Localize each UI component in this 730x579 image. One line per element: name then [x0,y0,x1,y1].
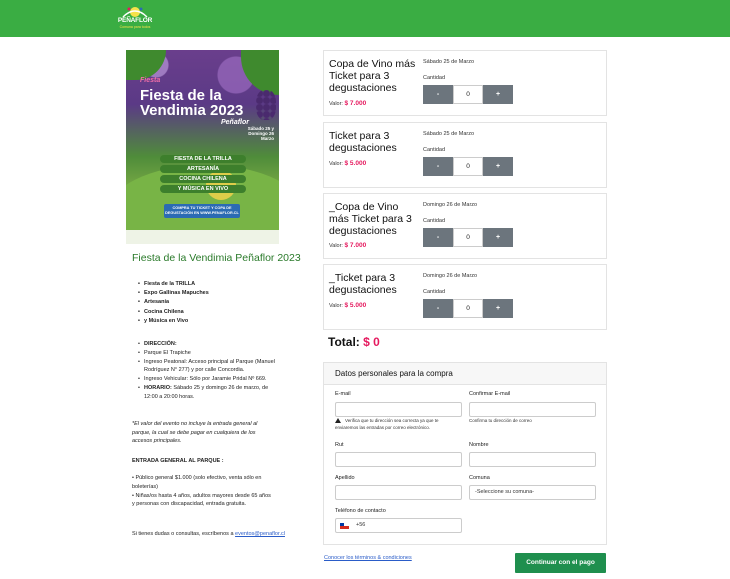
ticket-name: Copa de Vino más Ticket para 3 degustaci… [329,58,416,94]
list-item: Ingreso Vehicular: Sólo por Jaramie Prid… [138,375,279,384]
chile-flag-icon [340,523,349,529]
form-heading: Datos personales para la compra [324,363,606,385]
rut-label: Rut [335,442,344,448]
event-highlights: Fiesta de la TRILLA Expo Gallinas Mapuch… [138,280,209,326]
phone-label: Teléfono de contacto [335,508,386,514]
quantity-stepper: - 0 + [423,299,513,318]
order-total: Total: $ 0 [328,335,380,349]
quantity-stepper: - 0 + [423,157,513,176]
email-field[interactable] [335,402,462,417]
warning-icon [335,418,341,423]
quantity-input[interactable]: 0 [453,85,483,104]
poster-bar: Y MÚSICA EN VIVO [160,185,246,193]
list-item: • Niñas/os hasta 4 años, adultos mayores… [132,492,271,508]
increment-button[interactable]: + [483,299,513,318]
quantity-input[interactable]: 0 [453,299,483,318]
poster-bar: FIESTA DE LA TRILLA [160,155,246,163]
quantity-label: Cantidad [423,147,446,153]
confirm-email-label: Confirmar E-mail [469,391,511,397]
quantity-label: Cantidad [423,218,446,224]
list-item: Ingreso Peatonal: Acceso principal al Pa… [138,358,279,376]
quantity-input[interactable]: 0 [453,228,483,247]
decrement-button[interactable]: - [423,228,453,247]
list-item: Artesanía [138,298,209,307]
email-label: E-mail [335,391,351,397]
ticket-card: _Copa de Vino más Ticket para 3 degustac… [323,193,607,259]
decrement-button[interactable]: - [423,299,453,318]
penaflor-logo[interactable]: PEÑAFLOR Comuna para todos [115,3,155,34]
list-item: DIRECCIÓN: [138,340,279,349]
poster-banner: COMPRA TU TICKET Y COPA DE DEGUSTACIÓN E… [164,204,240,218]
ticket-price: Valor: $ 5.000 [329,160,367,167]
quantity-label: Cantidad [423,289,446,295]
ticket-date: Sábado 25 de Marzo [423,59,475,65]
lastname-field[interactable] [335,485,462,500]
increment-button[interactable]: + [483,228,513,247]
event-info: DIRECCIÓN: Parque El Trapiche Ingreso Pe… [138,340,279,402]
name-label: Nombre [469,442,489,448]
ticket-date: Sábado 25 de Marzo [423,131,475,137]
list-item: Fiesta de la TRILLA [138,280,209,289]
ticket-name: _Ticket para 3 degustaciones [329,272,397,296]
event-note: *El valor del evento no incluye la entra… [132,421,258,444]
lastname-label: Apellido [335,475,355,481]
ticket-card: Ticket para 3 degustaciones Valor: $ 5.0… [323,122,607,188]
ticket-date: Domingo 26 de Marzo [423,273,478,279]
poster-footer [126,230,279,244]
quantity-label: Cantidad [423,75,446,81]
quantity-stepper: - 0 + [423,228,513,247]
increment-button[interactable]: + [483,157,513,176]
list-item: HORARIO: Sábado 25 y domingo 26 de marzo… [138,384,279,402]
contact-email-link[interactable]: eventos@penaflor.cl [235,531,285,537]
ticket-name: Ticket para 3 degustaciones [329,130,397,154]
total-amount: $ 0 [363,335,380,349]
confirm-email-help: Confirma tu dirección de correo [469,418,532,423]
personal-data-form: Datos personales para la compra E-mail V… [323,362,607,545]
name-field[interactable] [469,452,596,467]
poster-small-title: Fiesta [140,77,161,84]
ticket-card: _Ticket para 3 degustaciones Valor: $ 5.… [323,264,607,330]
quantity-stepper: - 0 + [423,85,513,104]
increment-button[interactable]: + [483,85,513,104]
list-item: Parque El Trapiche [138,349,279,358]
top-navbar: PEÑAFLOR Comuna para todos [0,0,730,37]
poster-dates: Sábado 25 y Domingo 26 Marzo [247,126,274,141]
event-poster-image: Fiesta Fiesta de la Vendimia 2023 Peñafl… [126,50,279,244]
ticket-date: Domingo 26 de Marzo [423,202,478,208]
list-item: • Público general $1.000 (solo efectivo,… [132,475,262,490]
email-help: Verifica que tu dirección sea correcta y… [335,418,439,430]
list-item: Cocina Chilena [138,308,209,317]
poster-title: Fiesta de la Vendimia 2023 [140,87,244,119]
general-entry-list: • Público general $1.000 (solo efectivo,… [132,474,272,509]
poster-bar: COCINA CHILENA [160,175,246,183]
poster-subtitle: Peñaflor [221,119,250,126]
event-title: Fiesta de la Vendimia Peñaflor 2023 [132,252,301,264]
general-entry-heading: ENTRADA GENERAL AL PARQUE : [132,458,224,464]
ticket-price: Valor: $ 7.000 [329,242,367,249]
quantity-input[interactable]: 0 [453,157,483,176]
terms-link[interactable]: Conocer los términos & condiciones [324,555,412,561]
phone-field[interactable]: +56 [335,518,462,533]
ticket-price: Valor: $ 7.000 [329,100,367,107]
rut-field[interactable] [335,452,462,467]
poster-bar: ARTESANÍA [160,165,246,173]
continue-payment-button[interactable]: Continuar con el pago [515,553,606,573]
decrement-button[interactable]: - [423,157,453,176]
list-item: Expo Gallinas Mapuches [138,289,209,298]
ticket-name: _Copa de Vino más Ticket para 3 degustac… [329,201,412,237]
logo-text: PEÑAFLOR [117,17,153,24]
confirm-email-field[interactable] [469,402,596,417]
contact-text: Si tienes dudas o consultas, escríbenos … [132,531,285,537]
ticket-card: Copa de Vino más Ticket para 3 degustaci… [323,50,607,116]
decrement-button[interactable]: - [423,85,453,104]
ticket-price: Valor: $ 5.000 [329,302,367,309]
comuna-label: Comuna [469,475,490,481]
list-item: y Música en Vivo [138,317,209,326]
logo-subtext: Comuna para todos [119,25,151,29]
comuna-select[interactable]: -Seleccione su comuna- [469,485,596,500]
